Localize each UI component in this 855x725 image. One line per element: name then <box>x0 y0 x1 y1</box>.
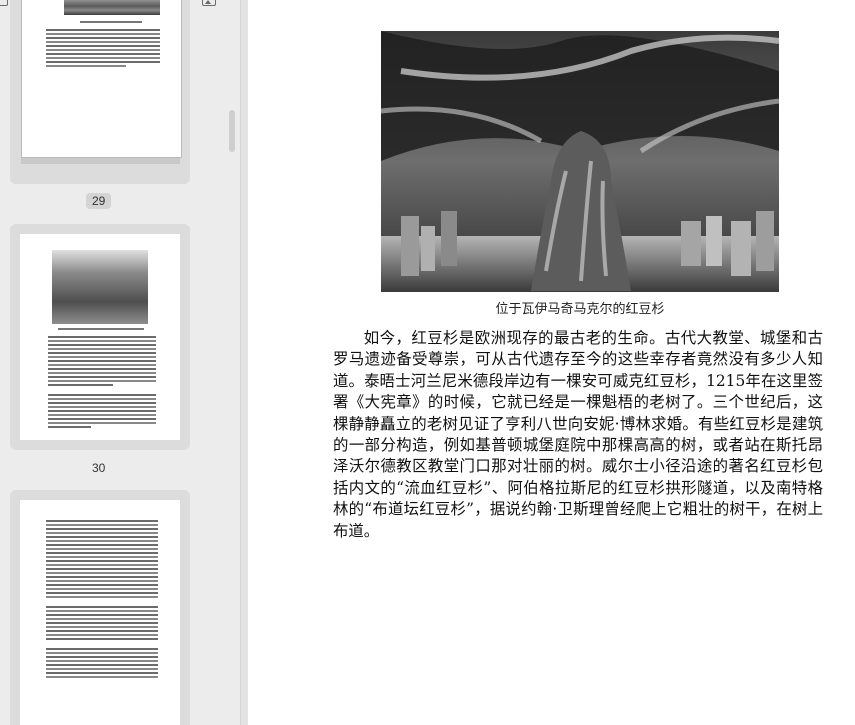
page-31-thumb-text <box>46 520 158 680</box>
page-30-preview <box>20 234 180 440</box>
page-30-thumb-caption <box>58 328 144 330</box>
body-paragraph: 如今，红豆杉是欧洲现存的最古老的生命。古代大教堂、城堡和古罗马遗迹备受尊崇，可从… <box>333 329 823 540</box>
sidebar-scrollbar[interactable] <box>229 110 235 152</box>
page-31-preview <box>20 500 180 725</box>
yew-tree-photo <box>381 31 779 292</box>
thumbnail-page-29[interactable] <box>10 0 190 184</box>
image-large-icon[interactable] <box>202 0 216 6</box>
page-30-thumb-image <box>52 250 148 324</box>
page-29-thumb-caption <box>80 21 142 23</box>
figure-caption: 位于瓦伊马奇马克尔的红豆杉 <box>495 302 665 317</box>
document-page: 位于瓦伊马奇马克尔的红豆杉 如今，红豆杉是欧洲现存的最古老的生命。古代大教堂、城… <box>248 0 855 725</box>
thumbnail-page-31[interactable] <box>10 490 190 725</box>
page-30-thumb-text <box>48 336 156 430</box>
thumbnail-page-30[interactable] <box>10 224 190 450</box>
page-29-shadow <box>21 158 180 164</box>
image-small-icon[interactable] <box>0 0 8 6</box>
page-number-30: 30 <box>92 461 106 475</box>
page-number-29: 29 <box>86 193 112 209</box>
page-29-thumb-text <box>46 29 160 69</box>
thumbnail-sidebar: 29 30 <box>0 0 241 725</box>
page-29-thumb-image <box>64 0 160 15</box>
page-29-preview <box>21 0 182 158</box>
